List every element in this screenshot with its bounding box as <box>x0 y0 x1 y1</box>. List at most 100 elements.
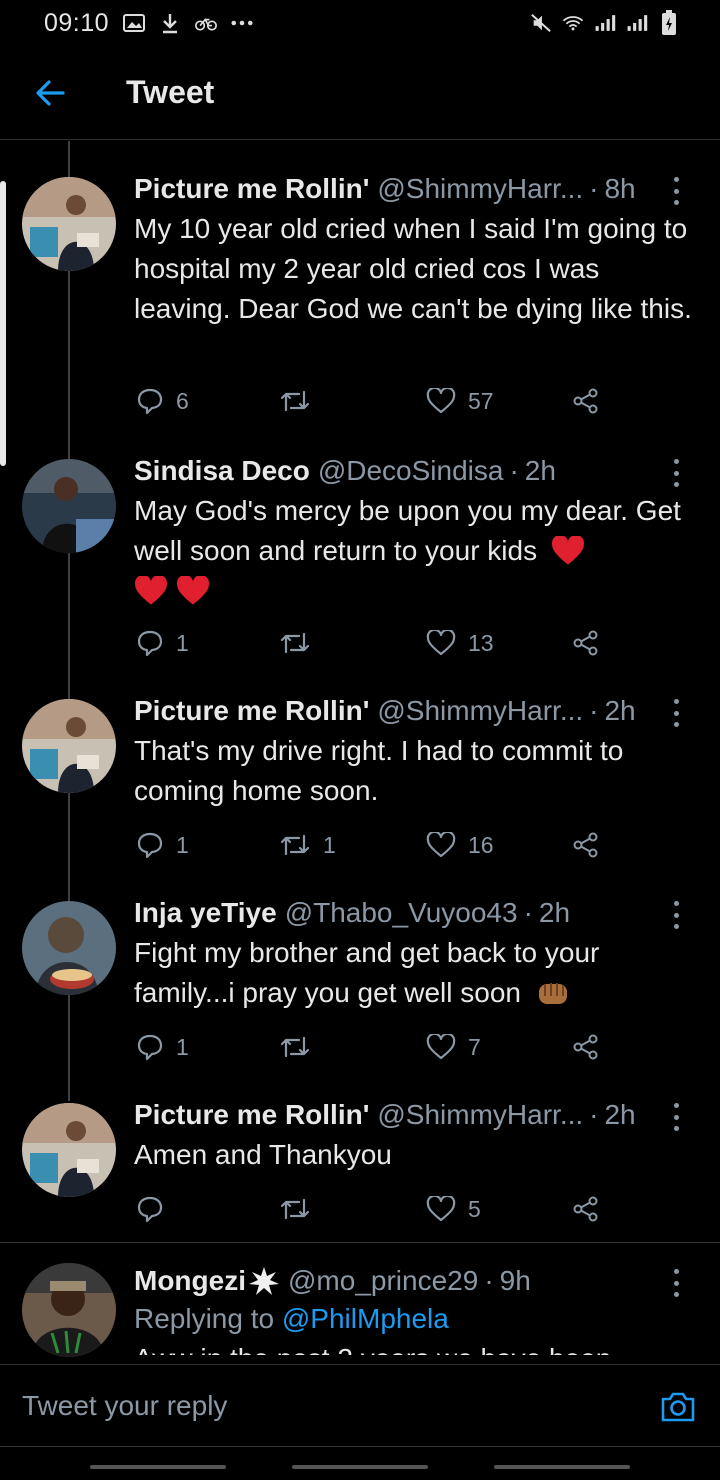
share-icon <box>573 1196 598 1222</box>
avatar[interactable] <box>22 901 116 995</box>
like-button[interactable]: 16 <box>426 832 494 859</box>
like-icon <box>426 832 456 858</box>
heart-emoji <box>134 574 168 605</box>
retweet-button[interactable] <box>279 1196 323 1222</box>
tweet-actions: 5 <box>134 1189 614 1229</box>
more-icon[interactable] <box>666 459 686 487</box>
more-icon[interactable] <box>666 1103 686 1131</box>
author-name[interactable]: Mongezi <box>134 1263 246 1299</box>
like-button[interactable]: 5 <box>426 1196 481 1223</box>
author-name[interactable]: Picture me Rollin' <box>134 693 369 729</box>
tweet-actions: 1 13 <box>134 623 614 663</box>
reply-button[interactable]: 1 <box>136 1033 189 1061</box>
retweet-icon <box>280 1198 310 1220</box>
tweet[interactable]: Sindisa Deco @DecoSindisa · 2h May God's… <box>0 441 720 681</box>
author-handle[interactable]: @mo_prince29 <box>288 1263 478 1299</box>
tweet-time: 2h <box>524 455 556 486</box>
share-icon <box>573 832 598 858</box>
tweet[interactable]: Mongezi @mo_prince29 · 9h Replying to @P… <box>0 1243 720 1364</box>
avatar[interactable] <box>22 1103 116 1197</box>
tweet-thread[interactable]: Picture me Rollin' @ShimmyHarr... · 8h M… <box>0 141 720 1364</box>
avatar[interactable] <box>22 459 116 553</box>
nav-recents-handle[interactable] <box>90 1465 226 1469</box>
tweet-text: Aww in the past 2 years we have been <box>134 1339 700 1355</box>
nav-home-handle[interactable] <box>292 1465 428 1469</box>
retweet-button[interactable]: 1 <box>279 832 336 859</box>
share-icon <box>573 1034 598 1060</box>
retweet-icon <box>280 390 310 412</box>
tweet[interactable]: Picture me Rollin' @ShimmyHarr... · 2h T… <box>0 681 720 883</box>
tweet-actions: 1 1 16 <box>134 825 614 865</box>
retweet-button[interactable] <box>279 1034 323 1060</box>
tweet[interactable]: Inja yeTiye @Thabo_Vuyoo43 · 2h Fight my… <box>0 883 720 1083</box>
fist-emoji <box>538 983 567 1004</box>
status-time: 09:10 <box>44 8 110 37</box>
camera-button[interactable] <box>660 1389 696 1423</box>
retweet-button[interactable] <box>279 388 323 414</box>
author-handle[interactable]: @ShimmyHarr... <box>377 693 583 729</box>
reply-button[interactable]: 1 <box>136 629 189 657</box>
share-icon <box>573 630 598 656</box>
author-name[interactable]: Inja yeTiye <box>134 895 277 931</box>
author-name[interactable]: Sindisa Deco <box>134 453 310 489</box>
reply-icon <box>137 1196 163 1223</box>
author-handle[interactable]: @DecoSindisa <box>318 453 504 489</box>
author-handle[interactable]: @Thabo_Vuyoo43 <box>285 895 518 931</box>
status-bar: 09:10 <box>0 0 720 46</box>
camera-icon <box>661 1392 695 1422</box>
like-button[interactable]: 7 <box>426 1034 481 1061</box>
avatar[interactable] <box>22 177 116 271</box>
more-icon[interactable] <box>666 901 686 929</box>
reply-button[interactable]: 1 <box>136 831 189 859</box>
like-button[interactable]: 57 <box>426 388 494 415</box>
nav-back-handle[interactable] <box>494 1465 630 1469</box>
reply-icon <box>137 832 163 859</box>
like-icon <box>426 388 456 414</box>
tweet-time: 9h <box>499 1265 531 1296</box>
download-icon <box>159 12 181 34</box>
wifi-icon <box>562 12 584 34</box>
share-button[interactable] <box>572 1196 600 1222</box>
author-handle[interactable]: @ShimmyHarr... <box>377 171 583 207</box>
author-name[interactable]: Picture me Rollin' <box>134 1097 369 1133</box>
reply-button[interactable]: 6 <box>136 387 189 415</box>
retweet-icon <box>280 1036 310 1058</box>
mute-icon <box>530 12 552 34</box>
share-button[interactable] <box>572 630 600 656</box>
heart-emoji <box>551 534 584 565</box>
share-button[interactable] <box>572 388 600 414</box>
back-arrow-icon <box>36 79 65 106</box>
reply-composer[interactable]: Tweet your reply <box>0 1364 720 1446</box>
avatar[interactable] <box>22 1263 116 1357</box>
retweet-icon <box>280 632 310 654</box>
back-button[interactable] <box>0 46 100 140</box>
more-icon[interactable] <box>666 699 686 727</box>
tweet-time: 2h <box>538 897 571 928</box>
tweet[interactable]: Picture me Rollin' @ShimmyHarr... · 8h M… <box>0 141 720 441</box>
share-button[interactable] <box>572 1034 600 1060</box>
cycling-icon <box>195 12 218 34</box>
gallery-icon <box>123 12 146 34</box>
tweet-text: My 10 year old cried when I said I'm goi… <box>134 213 692 324</box>
more-icon[interactable] <box>666 1269 686 1297</box>
tweet-text: Fight my brother and get back to your fa… <box>134 937 600 1008</box>
more-notifications-icon <box>231 12 253 34</box>
replying-to-label: Replying to <box>134 1303 275 1334</box>
reply-mention-link[interactable]: @PhilMphela <box>282 1303 449 1334</box>
author-handle[interactable]: @ShimmyHarr... <box>377 1097 583 1133</box>
more-icon[interactable] <box>666 177 686 205</box>
reply-icon <box>137 1034 163 1061</box>
page-title: Tweet <box>126 74 215 110</box>
tweet[interactable]: Picture me Rollin' @ShimmyHarr... · 2h A… <box>0 1085 720 1243</box>
tweet-text: That's my drive right. I had to commit t… <box>134 735 624 806</box>
retweet-button[interactable] <box>279 630 323 656</box>
like-icon <box>426 1196 456 1222</box>
like-button[interactable]: 13 <box>426 630 494 657</box>
avatar[interactable] <box>22 699 116 793</box>
heart-emoji <box>176 574 209 605</box>
reply-input[interactable]: Tweet your reply <box>22 1390 227 1422</box>
reply-button[interactable] <box>136 1195 176 1223</box>
share-button[interactable] <box>572 832 600 858</box>
author-name[interactable]: Picture me Rollin' <box>134 171 369 207</box>
tweet-actions: 1 7 <box>134 1027 614 1067</box>
